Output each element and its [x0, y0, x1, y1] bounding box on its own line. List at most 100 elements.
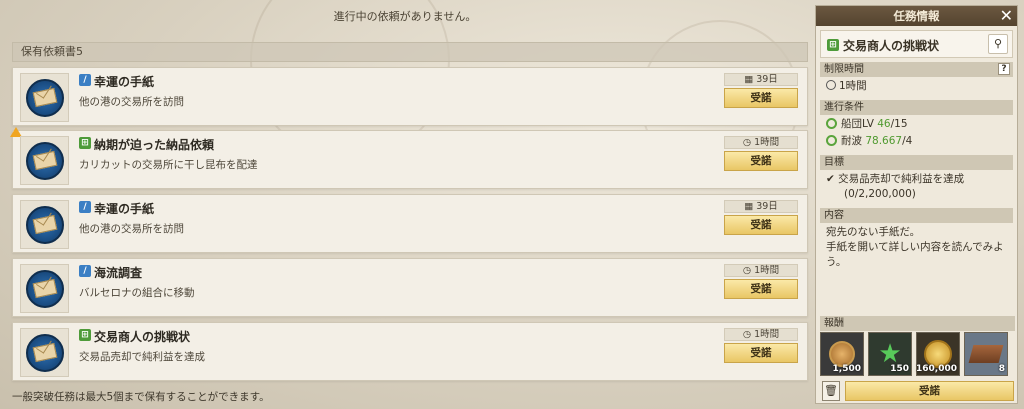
quest-row[interactable]: / 幸運の手紙他の港の交易所を訪問 ▦ 39日受諾 [12, 67, 808, 126]
reward-count: 160,000 [916, 364, 957, 374]
quest-time-value: 1時間 [754, 137, 780, 148]
reward-slot[interactable]: 8 [964, 332, 1008, 376]
quest-time-value: 1時間 [754, 265, 780, 276]
calendar-icon: ▦ [744, 201, 757, 212]
content-section: 内容 [820, 208, 1013, 223]
quest-icon-box [20, 136, 69, 185]
reward-list: 1,500 ★ 150 160,000 8 [820, 332, 1013, 376]
quest-row[interactable]: / 幸運の手紙 他の港の交易所を訪問 ▦ 39日 受諾 [12, 194, 808, 253]
condition-fleet-level: 船団LV 46/15 [820, 115, 1013, 134]
quill-tag-icon: / [79, 201, 91, 213]
letter-medal-icon [25, 269, 64, 308]
quest-icon-box [20, 73, 69, 122]
goal-text: 交易品売却で純利益を達成 [838, 173, 965, 185]
close-icon[interactable]: ✕ [1000, 7, 1013, 25]
content-text: 宛先のない手紙だ。 手紙を開いて詳しい内容を読んでみよう。 [820, 223, 1013, 272]
quest-description: カリカットの交易所に干し昆布を配達 [79, 159, 258, 171]
cond1-label: 船団LV [841, 118, 874, 130]
condition-wave-resistance: 耐波 78.667/4 [820, 134, 1013, 151]
quest-description: 他の港の交易所を訪問 [79, 223, 184, 235]
goal-row: ✔ 交易品売却で純利益を達成 (0/2,200,000) [820, 170, 1013, 204]
trash-icon[interactable]: 🗑 [822, 381, 840, 401]
envelope-icon [32, 278, 57, 299]
footer-note: 一般突破任務は最大5個まで保有することができます。 [12, 391, 270, 403]
cond2-current: 78.667 [865, 135, 903, 147]
accept-button[interactable]: 受諾 [724, 279, 798, 299]
map-pin-icon[interactable]: ⚲ [988, 34, 1008, 54]
quest-time-limit: ◷ 1時間 [724, 328, 798, 341]
condition-met-icon [826, 118, 837, 129]
cond2-label: 耐波 [841, 135, 862, 147]
quest-time-value: 39日 [756, 201, 778, 212]
goal-label: 目標 [824, 157, 844, 168]
quest-title: 幸運の手紙 [94, 75, 155, 89]
quest-description: 他の港の交易所を訪問 [79, 96, 184, 108]
quest-row[interactable]: ⊞ 交易商人の挑戦状交易品売却で純利益を達成 ◷ 1時間受諾 [12, 322, 808, 381]
content-line-1: 宛先のない手紙だ。 [826, 226, 921, 238]
quill-tag-icon: / [79, 265, 91, 277]
panel-quest-name-box: ⊞ 交易商人の挑戦状 ⚲ [820, 30, 1013, 58]
reward-section: 報酬 [820, 316, 1015, 331]
accept-button[interactable]: 受諾 [724, 88, 798, 108]
panel-title: 任務情報 [893, 9, 940, 23]
reward-slot[interactable]: 160,000 [916, 332, 960, 376]
quest-title: 交易商人の挑戦状 [94, 330, 191, 344]
panel-accept-button[interactable]: 受諾 [845, 381, 1014, 401]
cond2-required: /4 [902, 135, 913, 147]
envelope-icon [32, 87, 57, 108]
quest-time-value: 1時間 [754, 329, 780, 340]
quest-time-limit: ▦ 39日 [724, 73, 798, 86]
accept-button[interactable]: 受諾 [724, 151, 798, 171]
time-limit-label: 制限時間 [824, 64, 864, 75]
accept-button[interactable]: 受諾 [724, 215, 798, 235]
quest-time-limit: ▦ 39日 [724, 200, 798, 213]
quest-row[interactable]: / 海流調査 バルセロナの組合に移動 ◷ 1時間 受諾 [12, 258, 808, 317]
letter-medal-icon [25, 205, 64, 244]
no-active-quest-notice: 進行中の依頼がありません。 [333, 10, 477, 23]
trade-tag-icon: ⊞ [827, 39, 839, 51]
accept-button[interactable]: 受諾 [724, 343, 798, 363]
reward-slot[interactable]: 1,500 [820, 332, 864, 376]
cond1-required: /15 [890, 118, 908, 130]
help-icon[interactable]: ? [998, 63, 1010, 75]
reward-count: 1,500 [832, 364, 861, 374]
quest-row[interactable]: ⊞ 納期が迫った納品依頼カリカットの交易所に干し昆布を配達 ◷ 1時間受諾 [10, 127, 808, 189]
panel-title-bar: 任務情報 ✕ [816, 6, 1017, 26]
quest-time-limit: ◷ 1時間 [724, 264, 798, 277]
quest-description: 交易品売却で純利益を達成 [79, 351, 205, 363]
quest-icon-box [20, 200, 69, 249]
clock-icon: ◷ [742, 137, 755, 148]
time-limit-row: 1時間 [820, 77, 1013, 96]
clock-icon: ◷ [742, 329, 755, 340]
trade-tag-icon: ⊞ [79, 329, 91, 341]
letter-medal-icon [25, 78, 64, 117]
checkmark-icon: ✔ [826, 173, 835, 185]
clock-icon [826, 80, 836, 90]
quest-time-limit: ◷ 1時間 [724, 136, 798, 149]
reward-count: 150 [890, 364, 909, 374]
trade-tag-icon: ⊞ [79, 137, 91, 149]
reward-count: 8 [998, 364, 1005, 374]
quest-title: 納期が迫った納品依頼 [94, 138, 215, 152]
timber-icon [968, 345, 1004, 363]
clock-icon: ◷ [742, 265, 755, 276]
conditions-label: 進行条件 [824, 102, 864, 113]
panel-quest-name: 交易商人の挑戦状 [843, 39, 940, 53]
time-limit-section: 制限時間 ? [820, 62, 1013, 77]
letter-medal-icon [25, 333, 64, 372]
envelope-icon [32, 150, 57, 171]
reward-slot[interactable]: ★ 150 [868, 332, 912, 376]
quest-description: バルセロナの組合に移動 [79, 287, 195, 299]
conditions-section: 進行条件 [820, 100, 1013, 115]
envelope-icon [32, 342, 57, 363]
held-quests-header: 保有依頼書5 [12, 42, 808, 62]
quill-tag-icon: / [79, 74, 91, 86]
condition-met-icon [826, 135, 837, 146]
goal-section: 目標 [820, 155, 1013, 170]
quest-icon-box [20, 264, 69, 313]
time-limit-value: 1時間 [839, 80, 867, 92]
letter-medal-icon [25, 141, 64, 180]
reward-label: 報酬 [824, 318, 844, 329]
content-label: 内容 [824, 210, 844, 221]
content-line-2: 手紙を開いて詳しい内容を読んでみよう。 [826, 241, 1004, 268]
